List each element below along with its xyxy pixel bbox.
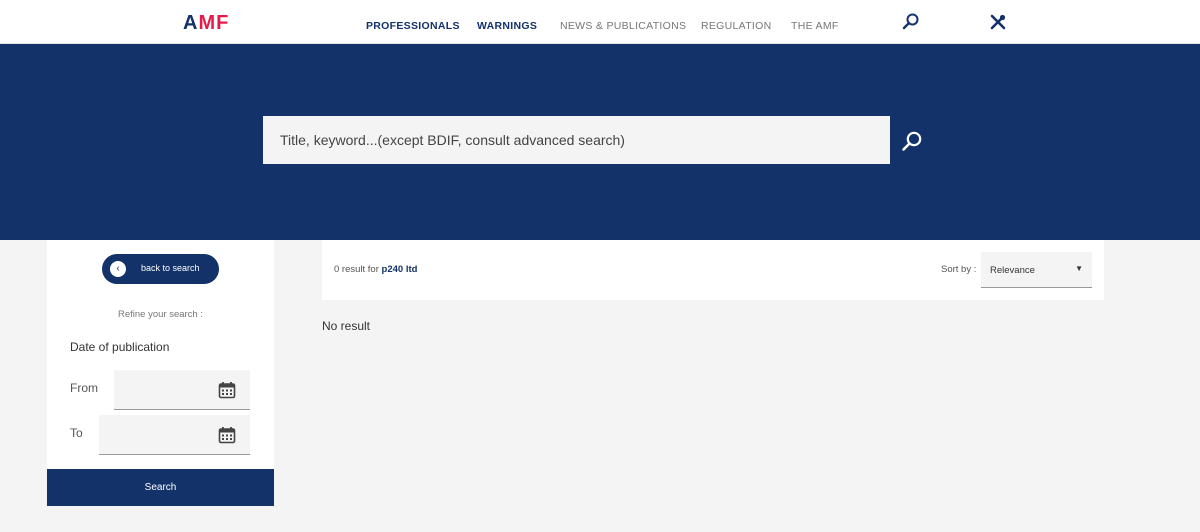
chevron-left-icon: ‹ — [110, 261, 126, 277]
main-search-input[interactable] — [263, 116, 890, 164]
from-label: From — [70, 381, 98, 395]
sort-select[interactable]: Relevance ▼ — [981, 252, 1092, 288]
logo-letter-f: F — [216, 12, 230, 34]
to-date-field[interactable] — [99, 415, 250, 455]
nav-the-amf[interactable]: THE AMF — [791, 20, 839, 32]
filter-search-button[interactable]: Search — [47, 469, 274, 506]
tools-icon[interactable] — [988, 12, 1008, 32]
date-of-publication-label: Date of publication — [70, 340, 170, 354]
nav-professionals[interactable]: PROFESSIONALS — [366, 20, 460, 32]
hero-search-icon[interactable] — [900, 130, 924, 154]
amf-logo[interactable]: AMF — [183, 12, 229, 35]
sort-select-value: Relevance — [990, 265, 1035, 276]
hero-banner — [0, 44, 1200, 240]
nav-warnings[interactable]: WARNINGS — [477, 20, 537, 32]
from-date-field[interactable] — [114, 370, 250, 410]
search-query: p240 ltd — [381, 264, 418, 275]
top-navigation-bar: AMF PROFESSIONALS WARNINGS NEWS & PUBLIC… — [0, 0, 1200, 44]
calendar-icon[interactable] — [218, 381, 236, 399]
result-count-text: 0 result for — [334, 264, 379, 275]
results-header: 0 result for p240 ltd Sort by : Relevanc… — [322, 240, 1104, 300]
result-count: 0 result for p240 ltd — [334, 264, 417, 275]
refine-label: Refine your search : — [117, 309, 203, 320]
nav-news-publications[interactable]: NEWS & PUBLICATIONS — [560, 20, 686, 32]
no-result-message: No result — [322, 319, 371, 333]
back-to-search-button[interactable]: ‹ back to search — [102, 254, 219, 284]
back-to-search-label: back to search — [141, 263, 200, 273]
calendar-icon[interactable] — [218, 426, 236, 444]
search-icon[interactable] — [901, 12, 921, 32]
nav-regulation[interactable]: REGULATION — [701, 20, 771, 32]
filter-sidebar: ‹ back to search Refine your search : Da… — [47, 240, 274, 506]
logo-letter-a: A — [183, 12, 199, 34]
sort-by-label: Sort by : — [941, 264, 977, 275]
to-label: To — [70, 426, 83, 440]
logo-letter-m: M — [198, 12, 217, 34]
caret-down-icon: ▼ — [1075, 264, 1083, 273]
